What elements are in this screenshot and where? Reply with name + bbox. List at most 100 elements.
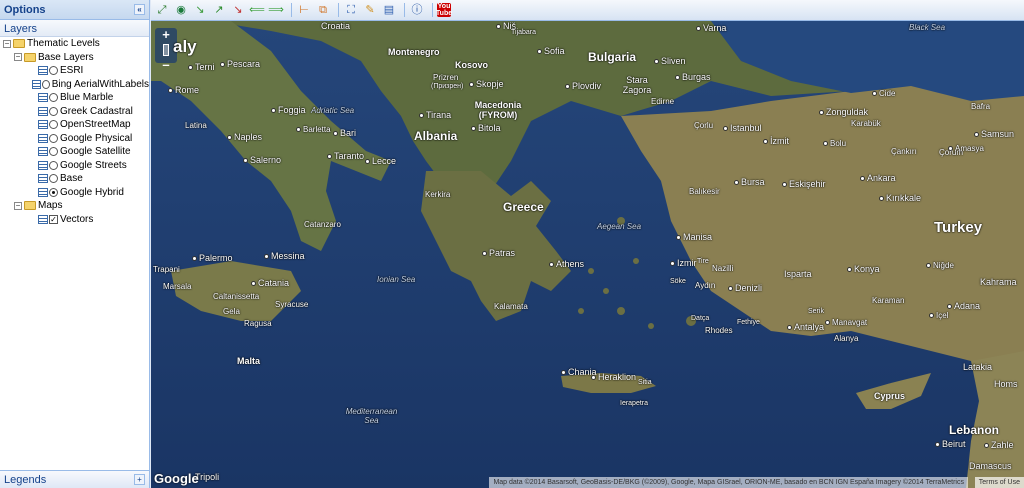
select-icon[interactable]: ⛶ (343, 2, 359, 18)
map-label-country: Turkey (934, 219, 983, 236)
layer-radio[interactable] (49, 147, 58, 157)
layer-radio[interactable] (49, 174, 58, 184)
map-label-country: Greece (503, 200, 544, 214)
map-label-sea: Ionian Sea (377, 275, 416, 284)
base-layer-item-google-hybrid[interactable]: Google Hybrid (0, 186, 149, 200)
map-label-city: Homs (994, 379, 1018, 389)
youtube-icon[interactable]: You Tube (436, 3, 452, 17)
map-label-city: Bolu (823, 139, 846, 148)
layer-radio[interactable] (49, 120, 58, 130)
map-label-city: Çankırı (891, 147, 917, 156)
measure-line-icon[interactable]: ⊢ (296, 2, 312, 18)
forward-icon[interactable]: ⟹ (268, 2, 284, 18)
collapse-panel-icon[interactable]: « (134, 4, 145, 15)
map-label-city: Sliven (654, 56, 686, 66)
layer-radio[interactable] (49, 133, 58, 143)
google-logo: Google (154, 471, 199, 486)
map-label-city: Serik (808, 308, 824, 315)
map-toolbar: ⤢ ◉ ↘ ↗ ↘ ⟸ ⟹ ⊢ ⧉ ⛶ ✎ ▤ ⓘ You Tube (151, 0, 1024, 21)
tree-node-base-layers[interactable]: − Base Layers (0, 51, 149, 65)
layer-checkbox-checked[interactable]: ✓ (49, 214, 58, 224)
map-label-city: Manavgat (825, 318, 867, 327)
zoom-extent-icon[interactable]: ⤢ (154, 2, 170, 18)
layer-radio[interactable] (41, 79, 50, 89)
map-label-city: Catanzaro (304, 220, 341, 229)
map-label-sea: Black Sea (909, 23, 946, 32)
layer-tree: − Thematic Levels − Base Layers ESRI Bin… (0, 37, 149, 226)
map-label-city: Söke (670, 278, 686, 285)
options-panel: Options « Layers − Thematic Levels − Bas… (0, 0, 150, 488)
tree-node-maps[interactable]: − Maps (0, 199, 149, 213)
tree-node-label: Maps (38, 200, 63, 212)
base-layer-item-openstreetmap[interactable]: OpenStreetMap (0, 118, 149, 132)
map-label-country: aly (173, 37, 197, 56)
map-label-city: Caltanissetta (213, 292, 260, 301)
base-layer-item-base[interactable]: Base (0, 172, 149, 186)
globe-icon[interactable]: ◉ (173, 2, 189, 18)
zoom-out-button[interactable]: – (155, 58, 177, 72)
map-label-city: Pescara (220, 59, 260, 69)
zoom-out-icon[interactable]: ↗ (211, 2, 227, 18)
zoom-slider[interactable] (163, 44, 169, 56)
terms-of-use-link[interactable]: Terms of Use (974, 477, 1024, 488)
map-label-city: Patras (482, 248, 515, 258)
map-label-city: Beirut (935, 439, 966, 449)
print-icon[interactable]: ▤ (381, 2, 397, 18)
maps-layer-item-vectors[interactable]: ✓ Vectors (0, 213, 149, 227)
map-label-city: Cide (872, 89, 895, 98)
toolbar-separator (404, 3, 405, 17)
map-label-city: Aydın (695, 281, 716, 290)
map-label-city: Gela (223, 307, 240, 316)
map-label-city: Sitia (638, 379, 652, 386)
layer-label: Greek Cadastral (60, 105, 133, 117)
layer-radio-selected[interactable] (49, 187, 58, 197)
back-icon[interactable]: ⟸ (249, 2, 265, 18)
map-label-city: Latina (185, 121, 207, 130)
map-label-city: Isparta (784, 269, 812, 279)
collapse-node-icon[interactable]: − (14, 53, 22, 62)
layer-radio[interactable] (49, 106, 58, 116)
map-label-city: Trapani (153, 265, 180, 274)
measure-area-icon[interactable]: ⧉ (315, 2, 331, 18)
tree-node-thematic-levels[interactable]: − Thematic Levels (0, 37, 149, 51)
base-layer-item-google-satellite[interactable]: Google Satellite (0, 145, 149, 159)
folder-open-icon (24, 201, 36, 211)
layer-icon (38, 160, 48, 170)
zoom-in-icon[interactable]: ↘ (192, 2, 208, 18)
map-label-city: Bafra (971, 102, 991, 111)
collapse-node-icon[interactable]: − (3, 39, 11, 48)
map-label-city: Kalamata (494, 302, 528, 311)
layer-icon (38, 187, 48, 197)
base-layer-item-greek-cadastral[interactable]: Greek Cadastral (0, 105, 149, 119)
tree-node-label: Thematic Levels (27, 38, 100, 50)
map-label-city: Karaman (872, 296, 905, 305)
map-label-city: Nazilli (712, 264, 734, 273)
layer-radio[interactable] (49, 93, 58, 103)
map-label-city: Salerno (243, 155, 281, 165)
map-label-city: Manisa (676, 232, 712, 242)
layer-radio[interactable] (49, 66, 58, 76)
map-label-country: Montenegro (388, 47, 440, 57)
map-label-city: Kerkira (425, 190, 451, 199)
layer-radio[interactable] (49, 160, 58, 170)
map-label-country: Kosovo (455, 60, 489, 70)
map-label-city: Tirana (419, 110, 451, 120)
base-layer-item-bing[interactable]: Bing AerialWithLabels (0, 78, 149, 92)
pan-icon[interactable]: ↘ (230, 2, 246, 18)
tree-node-label: Base Layers (38, 51, 94, 63)
layers-header[interactable]: Layers (0, 19, 149, 37)
map-label-city: Damascus (969, 461, 1012, 471)
legends-bar[interactable]: Legends + (0, 470, 149, 488)
base-layer-item-esri[interactable]: ESRI (0, 64, 149, 78)
base-layer-item-google-physical[interactable]: Google Physical (0, 132, 149, 146)
info-icon[interactable]: ⓘ (409, 2, 425, 18)
expand-legends-icon[interactable]: + (134, 474, 145, 485)
base-layer-item-google-streets[interactable]: Google Streets (0, 159, 149, 173)
map-label-city: Eskişehir (782, 179, 826, 189)
edit-icon[interactable]: ✎ (362, 2, 378, 18)
base-layer-item-blue-marble[interactable]: Blue Marble (0, 91, 149, 105)
collapse-node-icon[interactable]: − (14, 201, 22, 210)
map-viewport[interactable]: + – aly Bulgaria Albania Greece Turkey K… (151, 21, 1024, 488)
map-label-city: Burgas (675, 72, 711, 82)
map-label-city: Barletta (296, 125, 331, 134)
